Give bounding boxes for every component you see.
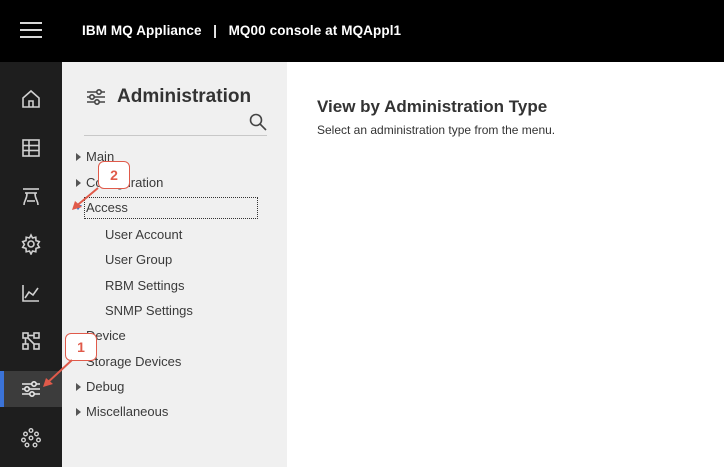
- rail-home-button[interactable]: [0, 81, 62, 117]
- main-content: View by Administration Type Select an ad…: [287, 62, 724, 467]
- tree-item-rbm-settings[interactable]: RBM Settings: [105, 278, 184, 293]
- sliders-icon: [87, 88, 105, 106]
- home-icon: [22, 89, 40, 108]
- rail-more-button[interactable]: [0, 420, 62, 456]
- network-icon: [22, 332, 40, 350]
- chart-icon: [22, 285, 39, 302]
- view-title: View by Administration Type: [317, 97, 548, 116]
- side-rail: [0, 62, 62, 467]
- panel-title: Administration: [117, 86, 252, 107]
- tree-item-user-account[interactable]: User Account: [105, 227, 182, 242]
- rail-settings-button[interactable]: [0, 226, 62, 262]
- rail-queue-manager-button[interactable]: [0, 178, 62, 214]
- divider: [84, 135, 267, 136]
- callout-arrow-1: [43, 359, 73, 387]
- table-icon: [22, 139, 40, 157]
- queue-manager-icon: [23, 188, 39, 206]
- rail-network-button[interactable]: [0, 323, 62, 359]
- caret-right-icon: [76, 408, 81, 416]
- rail-table-button[interactable]: [0, 130, 62, 166]
- tree-item-snmp-settings[interactable]: SNMP Settings: [105, 303, 193, 318]
- rail-statistics-button[interactable]: [0, 275, 62, 311]
- tree-item-label: Miscellaneous: [86, 404, 169, 419]
- sliders-icon: [22, 380, 40, 398]
- apps-grid-icon: [21, 428, 42, 448]
- callout-arrow-2: [72, 187, 99, 210]
- search-icon[interactable]: [248, 112, 268, 132]
- tree-item-user-group[interactable]: User Group: [105, 252, 172, 267]
- top-bar: IBM MQ Appliance | MQ00 console at MQApp…: [0, 0, 724, 62]
- tree-item-storage-devices[interactable]: Storage Devices: [86, 354, 181, 369]
- callout-badge-2: 2: [98, 161, 130, 189]
- tree-item-label: Access: [84, 197, 258, 219]
- view-description: Select an administration type from the m…: [317, 123, 556, 137]
- callout-badge-1: 1: [65, 333, 97, 361]
- caret-right-icon: [76, 153, 81, 161]
- gear-icon: [21, 233, 41, 255]
- hamburger-menu-icon[interactable]: [20, 22, 42, 40]
- app-title: IBM MQ Appliance | MQ00 console at MQApp…: [82, 23, 402, 38]
- tree-item-label: Debug: [86, 379, 125, 394]
